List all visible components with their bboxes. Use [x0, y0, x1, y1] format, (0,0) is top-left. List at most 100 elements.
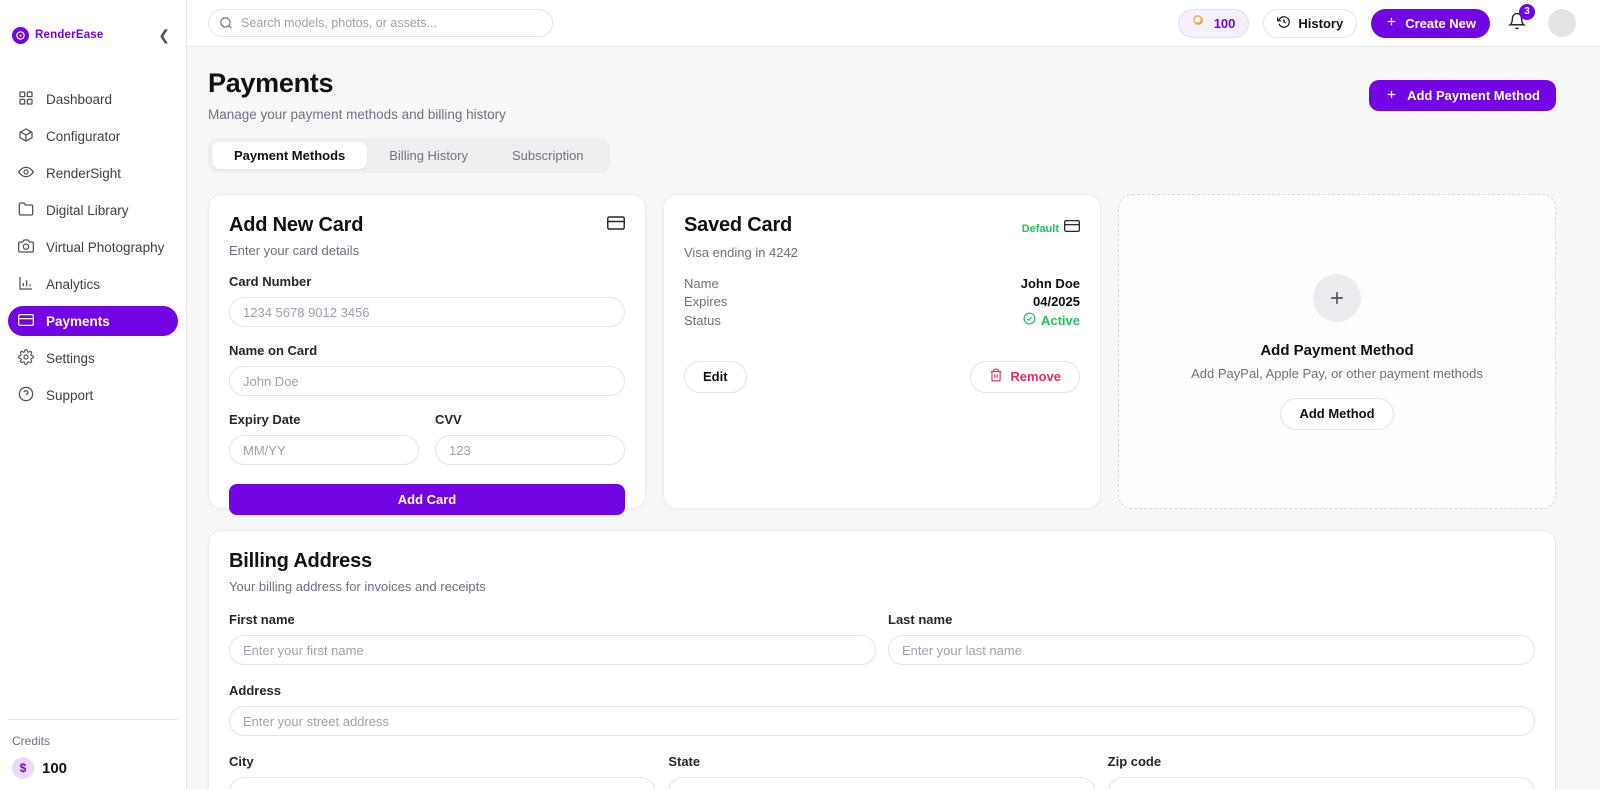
eye-icon	[17, 164, 35, 183]
notification-badge: 3	[1519, 3, 1535, 20]
sidebar-item-label: Virtual Photography	[46, 239, 165, 255]
sidebar-collapse-button[interactable]: ❮	[154, 26, 174, 44]
add-new-card-panel: Add New Card Enter your card details Car…	[208, 194, 646, 515]
user-avatar[interactable]	[1548, 9, 1576, 37]
add-method-subtitle: Add PayPal, Apple Pay, or other payment …	[1191, 365, 1483, 381]
add-payment-method-button[interactable]: Add Payment Method	[1369, 80, 1556, 111]
status-label: Active	[1040, 312, 1080, 328]
add-method-title: Add Payment Method	[1260, 341, 1414, 359]
state-label: State	[668, 754, 701, 769]
saved-card-title: Saved Card	[684, 214, 793, 236]
notifications-button[interactable]: 3	[1507, 3, 1535, 35]
coins-icon	[1192, 14, 1207, 32]
sidebar-item-label: Digital Library	[46, 202, 129, 218]
sidebar-item-analytics[interactable]: Analytics	[8, 269, 178, 299]
page-title: Payments	[208, 68, 334, 98]
name-on-card-input[interactable]	[229, 366, 625, 396]
credits-count: 100	[1213, 15, 1236, 31]
grid-icon	[18, 90, 34, 109]
search-input[interactable]	[208, 9, 553, 37]
sidebar-item-label: Support	[46, 387, 94, 403]
city-input[interactable]	[229, 777, 657, 789]
sidebar-item-support[interactable]: Support	[8, 380, 178, 410]
sidebar-item-digital-library[interactable]: Digital Library	[8, 195, 178, 225]
sidebar-item-rendersight[interactable]: RenderSight	[8, 158, 178, 188]
tab-subscription[interactable]: Subscription	[490, 142, 606, 169]
sidebar-item-label: Dashboard	[46, 91, 113, 107]
address-input[interactable]	[229, 706, 1535, 736]
tab-billing-history[interactable]: Billing History	[367, 142, 490, 169]
cube-icon	[18, 127, 34, 146]
sidebar-item-settings[interactable]: Settings	[8, 343, 178, 373]
gear-icon	[18, 348, 34, 368]
dollar-coin-icon: $	[12, 757, 34, 779]
logo-row: RenderEase ❮	[8, 0, 178, 44]
sidebar-item-configurator[interactable]: Configurator	[8, 121, 178, 151]
credits-value: 100	[42, 759, 68, 777]
topbar: 100 History Create New 3	[187, 0, 1600, 47]
history-button[interactable]: History	[1263, 8, 1358, 38]
city-label: City	[229, 754, 254, 769]
saved-card-status-row: Status Active	[684, 311, 1080, 330]
brand-logo[interactable]: RenderEase	[12, 26, 104, 44]
edit-card-button[interactable]: Edit	[684, 360, 747, 393]
sidebar-item-label: Configurator	[46, 128, 121, 144]
bar-chart-icon	[18, 275, 34, 294]
sidebar-item-label: Analytics	[46, 276, 101, 292]
add-new-card-title: Add New Card	[229, 214, 364, 236]
credits-pill[interactable]: 100	[1177, 8, 1250, 38]
credit-card-icon	[18, 312, 34, 331]
tab-payment-methods[interactable]: Payment Methods	[212, 142, 368, 169]
add-payment-method-label: Add Payment Method	[1407, 88, 1540, 103]
sidebar-item-label: Payments	[46, 313, 110, 329]
billing-address-title: Billing Address	[229, 550, 372, 572]
name-on-card-label: Name on Card	[229, 343, 318, 358]
add-new-card-subtitle: Enter your card details	[229, 243, 360, 258]
expiry-date-label: Expiry Date	[229, 412, 301, 427]
add-card-button[interactable]: Add Card	[229, 484, 625, 515]
credits-label: Credits	[12, 734, 51, 748]
expiry-date-input[interactable]	[229, 435, 419, 465]
address-label: Address	[229, 683, 282, 698]
sidebar-item-label: RenderSight	[46, 165, 122, 181]
default-badge: Default	[1022, 218, 1080, 239]
state-input[interactable]	[668, 777, 1096, 789]
remove-card-button[interactable]: Remove	[970, 360, 1080, 393]
saved-card-panel: Saved Card Default Visa ending in 4242 N…	[663, 194, 1101, 509]
credit-card-icon	[607, 214, 625, 237]
sidebar-item-label: Settings	[46, 350, 95, 366]
last-name-label: Last name	[888, 612, 953, 627]
row-label: Expires	[684, 294, 728, 310]
first-name-input[interactable]	[229, 635, 876, 665]
row-value: 04/2025	[1033, 294, 1080, 310]
plus-circle-icon[interactable]	[1313, 273, 1361, 322]
history-label: History	[1298, 15, 1344, 31]
add-payment-method-panel[interactable]: Add Payment Method Add PayPal, Apple Pay…	[1118, 194, 1556, 509]
create-new-button[interactable]: Create New	[1371, 8, 1490, 38]
zip-code-input[interactable]	[1107, 777, 1535, 789]
saved-card-name-row: Name John Doe	[684, 274, 1080, 293]
card-number-label: Card Number	[229, 274, 312, 289]
add-method-button[interactable]: Add Method	[1280, 397, 1394, 430]
folder-icon	[18, 201, 34, 220]
remove-label: Remove	[1010, 369, 1061, 384]
main-content: Payments Manage your payment methods and…	[187, 47, 1600, 789]
sidebar: RenderEase ❮ Dashboard Configurator Rend…	[0, 0, 187, 789]
row-value: John Doe	[1020, 275, 1080, 291]
sidebar-item-virtual-photography[interactable]: Virtual Photography	[8, 232, 178, 262]
help-circle-icon	[18, 386, 34, 405]
app-root: RenderEase ❮ Dashboard Configurator Rend…	[0, 0, 1600, 789]
saved-card-subtitle: Visa ending in 4242	[684, 245, 798, 260]
first-name-label: First name	[229, 612, 295, 627]
plus-icon	[1385, 88, 1398, 104]
last-name-input[interactable]	[888, 635, 1535, 665]
brand-name: RenderEase	[35, 29, 104, 41]
saved-card-expires-row: Expires 04/2025	[684, 293, 1080, 312]
trash-icon	[989, 368, 1003, 385]
page-subtitle: Manage your payment methods and billing …	[208, 107, 506, 122]
sidebar-item-payments[interactable]: Payments	[8, 306, 178, 336]
card-number-input[interactable]	[229, 297, 625, 327]
cvv-input[interactable]	[435, 435, 625, 465]
sidebar-item-dashboard[interactable]: Dashboard	[8, 84, 178, 114]
row-label: Status	[684, 312, 721, 328]
